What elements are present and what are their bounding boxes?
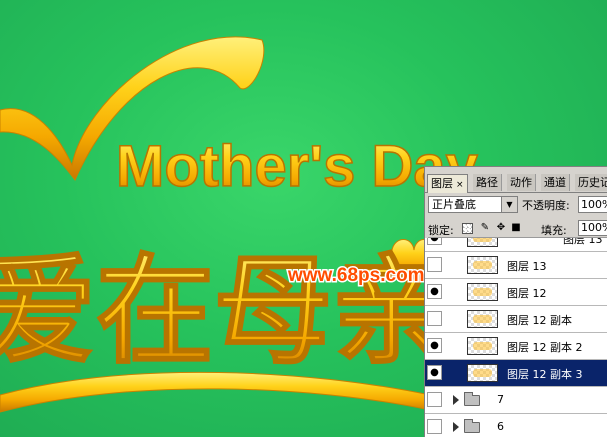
tab-actions[interactable]: 动作 [507,174,536,191]
lock-transparency-icon[interactable] [462,223,473,234]
panel-tabs: 图层 × 路径 动作 通道 历史记 [425,174,607,193]
visibility-toggle[interactable] [427,419,442,434]
layer-row[interactable]: ● 图层 13 ... [425,238,607,252]
layer-row[interactable]: 图层 12 副本 [425,306,607,333]
layer-thumbnail [467,337,498,355]
layer-thumbnail [467,238,498,247]
group-name: 6 [497,420,504,433]
layers-panel: 图层× 路径 动作 通道 历史记 正片叠底 ▼ 不透明度: 100% 锁定: ✎… [424,166,607,438]
tab-paths-label: 路径 [476,176,498,189]
lock-brush-icon[interactable]: ✎ [479,222,491,234]
lock-label: 锁定: [428,224,454,237]
layer-name: 图层 12 [507,287,547,300]
tab-paths[interactable]: 路径 [473,174,502,191]
blend-mode-value: 正片叠底 [432,198,476,211]
layer-thumbnail [467,310,498,328]
visibility-eye-icon[interactable]: ● [427,238,442,245]
folder-icon [464,392,480,406]
tab-channels-label: 通道 [544,176,566,189]
tab-history[interactable]: 历史记 [575,174,607,191]
layer-name: 图层 12 副本 2 [507,341,583,354]
layer-thumbnail [467,256,498,274]
tab-history-label: 历史记 [578,176,607,189]
layer-name: 图层 12 副本 3 [507,368,583,381]
tab-layers[interactable]: 图层 × [427,174,468,193]
layer-list: ● 图层 13 ... 图层 13 ● 图层 12 图层 12 副本 ● 图层 … [425,238,607,438]
expand-arrow-icon[interactable] [453,395,459,405]
expand-arrow-icon[interactable] [453,422,459,432]
close-icon[interactable]: × [456,180,464,190]
layer-group-row[interactable]: 6 [425,414,607,438]
tab-layers-label: 图层 [431,177,453,190]
layer-name: 图层 12 副本 [507,314,572,327]
layer-name: 图层 13 [507,260,547,273]
layer-thumbnail [467,283,498,301]
layer-row[interactable]: ● 图层 12 副本 2 [425,333,607,360]
visibility-eye-icon[interactable]: ● [427,365,442,380]
watermark-text: www.68ps.com [287,265,425,286]
blend-row: 正片叠底 ▼ 不透明度: 100% [428,196,607,214]
layer-thumbnail [467,364,498,382]
visibility-eye-icon[interactable]: ● [427,338,442,353]
layer-row[interactable]: ● 图层 12 [425,279,607,306]
layer-group-row[interactable]: 7 [425,387,607,414]
chinese-title: 爱在母亲 [0,242,450,380]
visibility-toggle[interactable] [427,392,442,407]
layer-name: 图层 13 ... [563,238,607,246]
lock-row: 锁定: ✎ ✥ ■ 填充: 100% [428,220,607,238]
opacity-label: 不透明度: [522,199,570,212]
chevron-down-icon[interactable]: ▼ [501,197,517,212]
lock-move-icon[interactable]: ✥ [495,222,507,234]
fill-input[interactable]: 100% [578,220,607,236]
tab-actions-label: 动作 [510,176,532,189]
layer-row-selected[interactable]: ● 图层 12 副本 3 [425,360,607,387]
blend-mode-select[interactable]: 正片叠底 ▼ [428,196,518,213]
layer-row[interactable]: 图层 13 [425,252,607,279]
tab-channels[interactable]: 通道 [541,174,570,191]
opacity-input[interactable]: 100% [578,196,607,213]
group-name: 7 [497,393,504,406]
visibility-eye-icon[interactable]: ● [427,284,442,299]
lock-all-icon[interactable]: ■ [510,222,522,234]
visibility-toggle[interactable] [427,257,442,272]
fill-label: 填充: [541,224,567,237]
visibility-toggle[interactable] [427,311,442,326]
folder-icon [464,419,480,433]
